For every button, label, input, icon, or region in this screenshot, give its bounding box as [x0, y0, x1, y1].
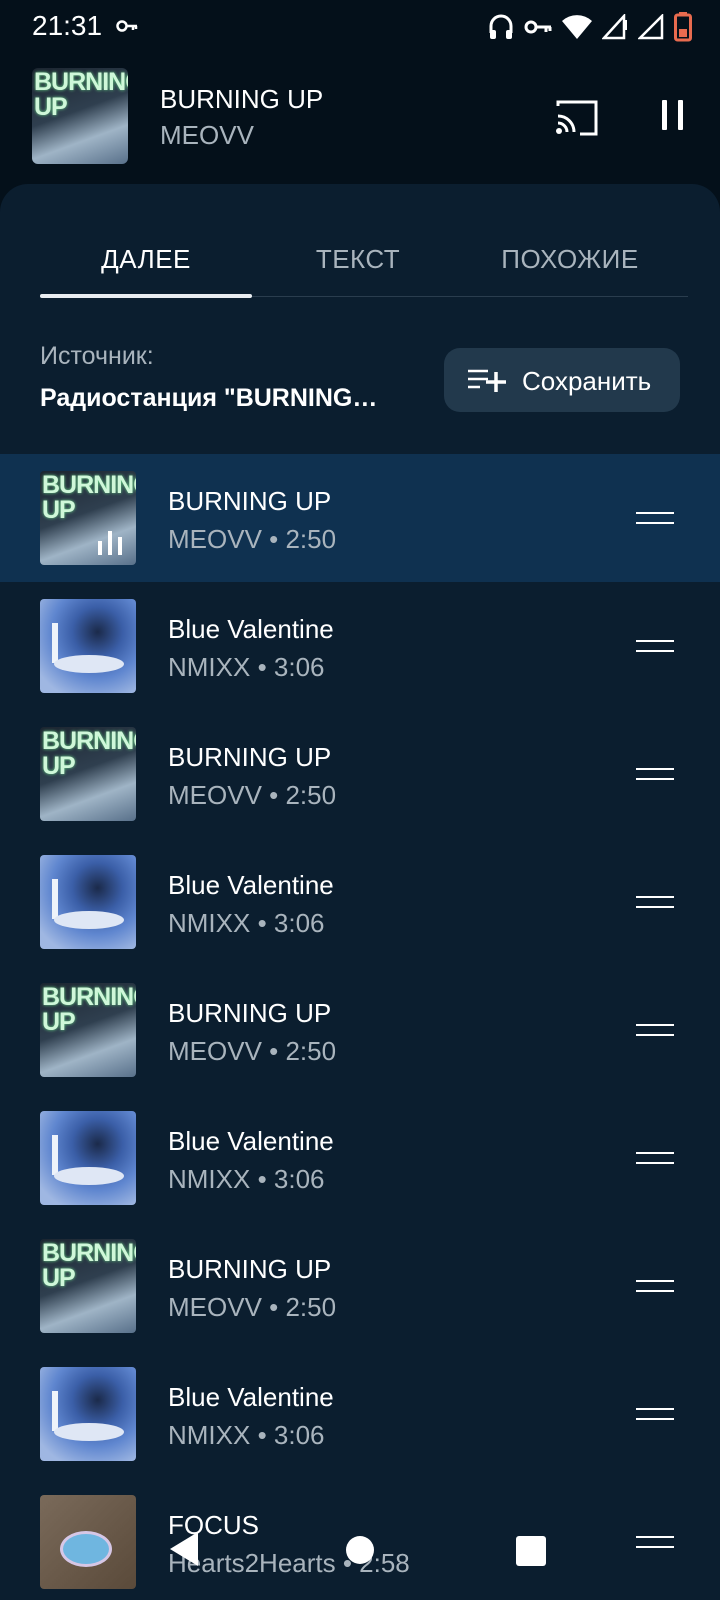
track-title: BURNING UP	[168, 742, 332, 772]
battery-icon	[674, 12, 692, 42]
track-subtitle: NMIXX • 3:06	[168, 1420, 325, 1450]
track-title: Blue Valentine	[168, 1382, 334, 1412]
queue-item[interactable]: Blue Valentine NMIXX • 3:06	[0, 582, 720, 710]
signal-icon	[602, 14, 627, 40]
vpn-key-icon	[116, 20, 138, 32]
now-playing-artist: MEOVV	[160, 120, 254, 150]
queue-item[interactable]: BURNING UP BURNING UP MEOVV • 2:50	[0, 966, 720, 1094]
track-subtitle: NMIXX • 3:06	[168, 652, 325, 682]
track-subtitle: MEOVV • 2:50	[168, 1036, 337, 1066]
album-art: BURNING UP	[40, 1239, 136, 1333]
album-art: BURNING UP	[40, 983, 136, 1077]
album-art	[40, 599, 136, 693]
queue-item[interactable]: Blue Valentine NMIXX • 3:06	[0, 1350, 720, 1478]
source-value: Радиостанция "BURNING…	[40, 384, 378, 412]
track-subtitle: MEOVV • 2:50	[168, 524, 337, 554]
pause-icon	[662, 100, 667, 130]
playlist-add-icon	[468, 369, 506, 392]
drag-handle-icon[interactable]	[636, 766, 674, 782]
album-art-text: BURNING UP	[34, 68, 128, 121]
album-art-text: BURNING UP	[42, 471, 136, 524]
status-time: 21:31	[32, 10, 103, 41]
track-subtitle: NMIXX • 3:06	[168, 908, 325, 938]
album-art	[40, 855, 136, 949]
drag-handle-icon[interactable]	[636, 510, 674, 526]
album-art	[40, 1111, 136, 1205]
drag-handle-icon[interactable]	[636, 1278, 674, 1294]
source-label: Источник:	[40, 342, 154, 370]
now-playing-icon	[98, 531, 128, 555]
pause-icon	[678, 100, 683, 130]
track-title: BURNING UP	[168, 486, 332, 516]
vpn-key-icon	[524, 20, 552, 34]
drag-handle-icon[interactable]	[636, 1022, 674, 1038]
queue-item[interactable]: BURNING UP BURNING UP MEOVV • 2:50	[0, 710, 720, 838]
queue-item[interactable]: BURNING UP BURNING UP MEOVV • 2:50	[0, 454, 720, 582]
save-playlist-button[interactable]: Сохранить	[444, 348, 680, 412]
queue-list: BURNING UP BURNING UP MEOVV • 2:50 Blue …	[0, 454, 720, 1600]
tab-bar: ДАЛЕЕ ТЕКСТ ПОХОЖИЕ	[40, 224, 688, 298]
queue-item[interactable]: BURNING UP BURNING UP MEOVV • 2:50	[0, 1222, 720, 1350]
track-subtitle: Hearts2Hearts • 2:58	[168, 1548, 410, 1578]
track-subtitle: MEOVV • 2:50	[168, 1292, 337, 1322]
drag-handle-icon[interactable]	[636, 638, 674, 654]
signal-icon	[638, 14, 664, 40]
queue-item[interactable]: Blue Valentine NMIXX • 3:06	[0, 1094, 720, 1222]
track-subtitle: NMIXX • 3:06	[168, 1164, 325, 1194]
drag-handle-icon[interactable]	[636, 894, 674, 910]
drag-handle-icon[interactable]	[636, 1150, 674, 1166]
pause-button[interactable]	[656, 96, 688, 142]
album-art-text: BURNING UP	[42, 1239, 136, 1292]
track-title: BURNING UP	[168, 998, 332, 1028]
track-title: Blue Valentine	[168, 614, 334, 644]
save-label: Сохранить	[522, 366, 652, 396]
cast-icon[interactable]	[552, 94, 602, 144]
queue-item[interactable]: FOCUS Hearts2Hearts • 2:58	[0, 1478, 720, 1600]
track-title: Blue Valentine	[168, 1126, 334, 1156]
queue-item[interactable]: Blue Valentine NMIXX • 3:06	[0, 838, 720, 966]
queue-sheet: ДАЛЕЕ ТЕКСТ ПОХОЖИЕ Источник: Радиостанц…	[0, 184, 720, 1600]
status-bar: 21:31	[0, 0, 720, 56]
headphones-icon	[489, 14, 513, 39]
now-playing-title: BURNING UP	[160, 84, 324, 114]
track-title: Blue Valentine	[168, 870, 334, 900]
tab-lyrics[interactable]: ТЕКСТ	[252, 244, 464, 275]
tab-indicator	[40, 294, 252, 298]
album-art: BURNING UP	[40, 471, 136, 565]
album-art	[40, 1495, 136, 1589]
wifi-icon	[562, 15, 592, 39]
album-art: BURNING UP	[32, 68, 128, 164]
drag-handle-icon[interactable]	[636, 1406, 674, 1422]
album-art: BURNING UP	[40, 727, 136, 821]
album-art-text: BURNING UP	[42, 983, 136, 1036]
tab-related[interactable]: ПОХОЖИЕ	[464, 244, 676, 275]
tab-next[interactable]: ДАЛЕЕ	[40, 244, 252, 275]
album-art	[40, 1367, 136, 1461]
album-art-text: BURNING UP	[42, 727, 136, 780]
track-title: BURNING UP	[168, 1254, 332, 1284]
mini-player[interactable]: BURNING UP BURNING UP MEOVV	[0, 56, 720, 184]
drag-handle-icon[interactable]	[636, 1534, 674, 1550]
track-title: FOCUS	[168, 1510, 259, 1540]
track-subtitle: MEOVV • 2:50	[168, 780, 337, 810]
